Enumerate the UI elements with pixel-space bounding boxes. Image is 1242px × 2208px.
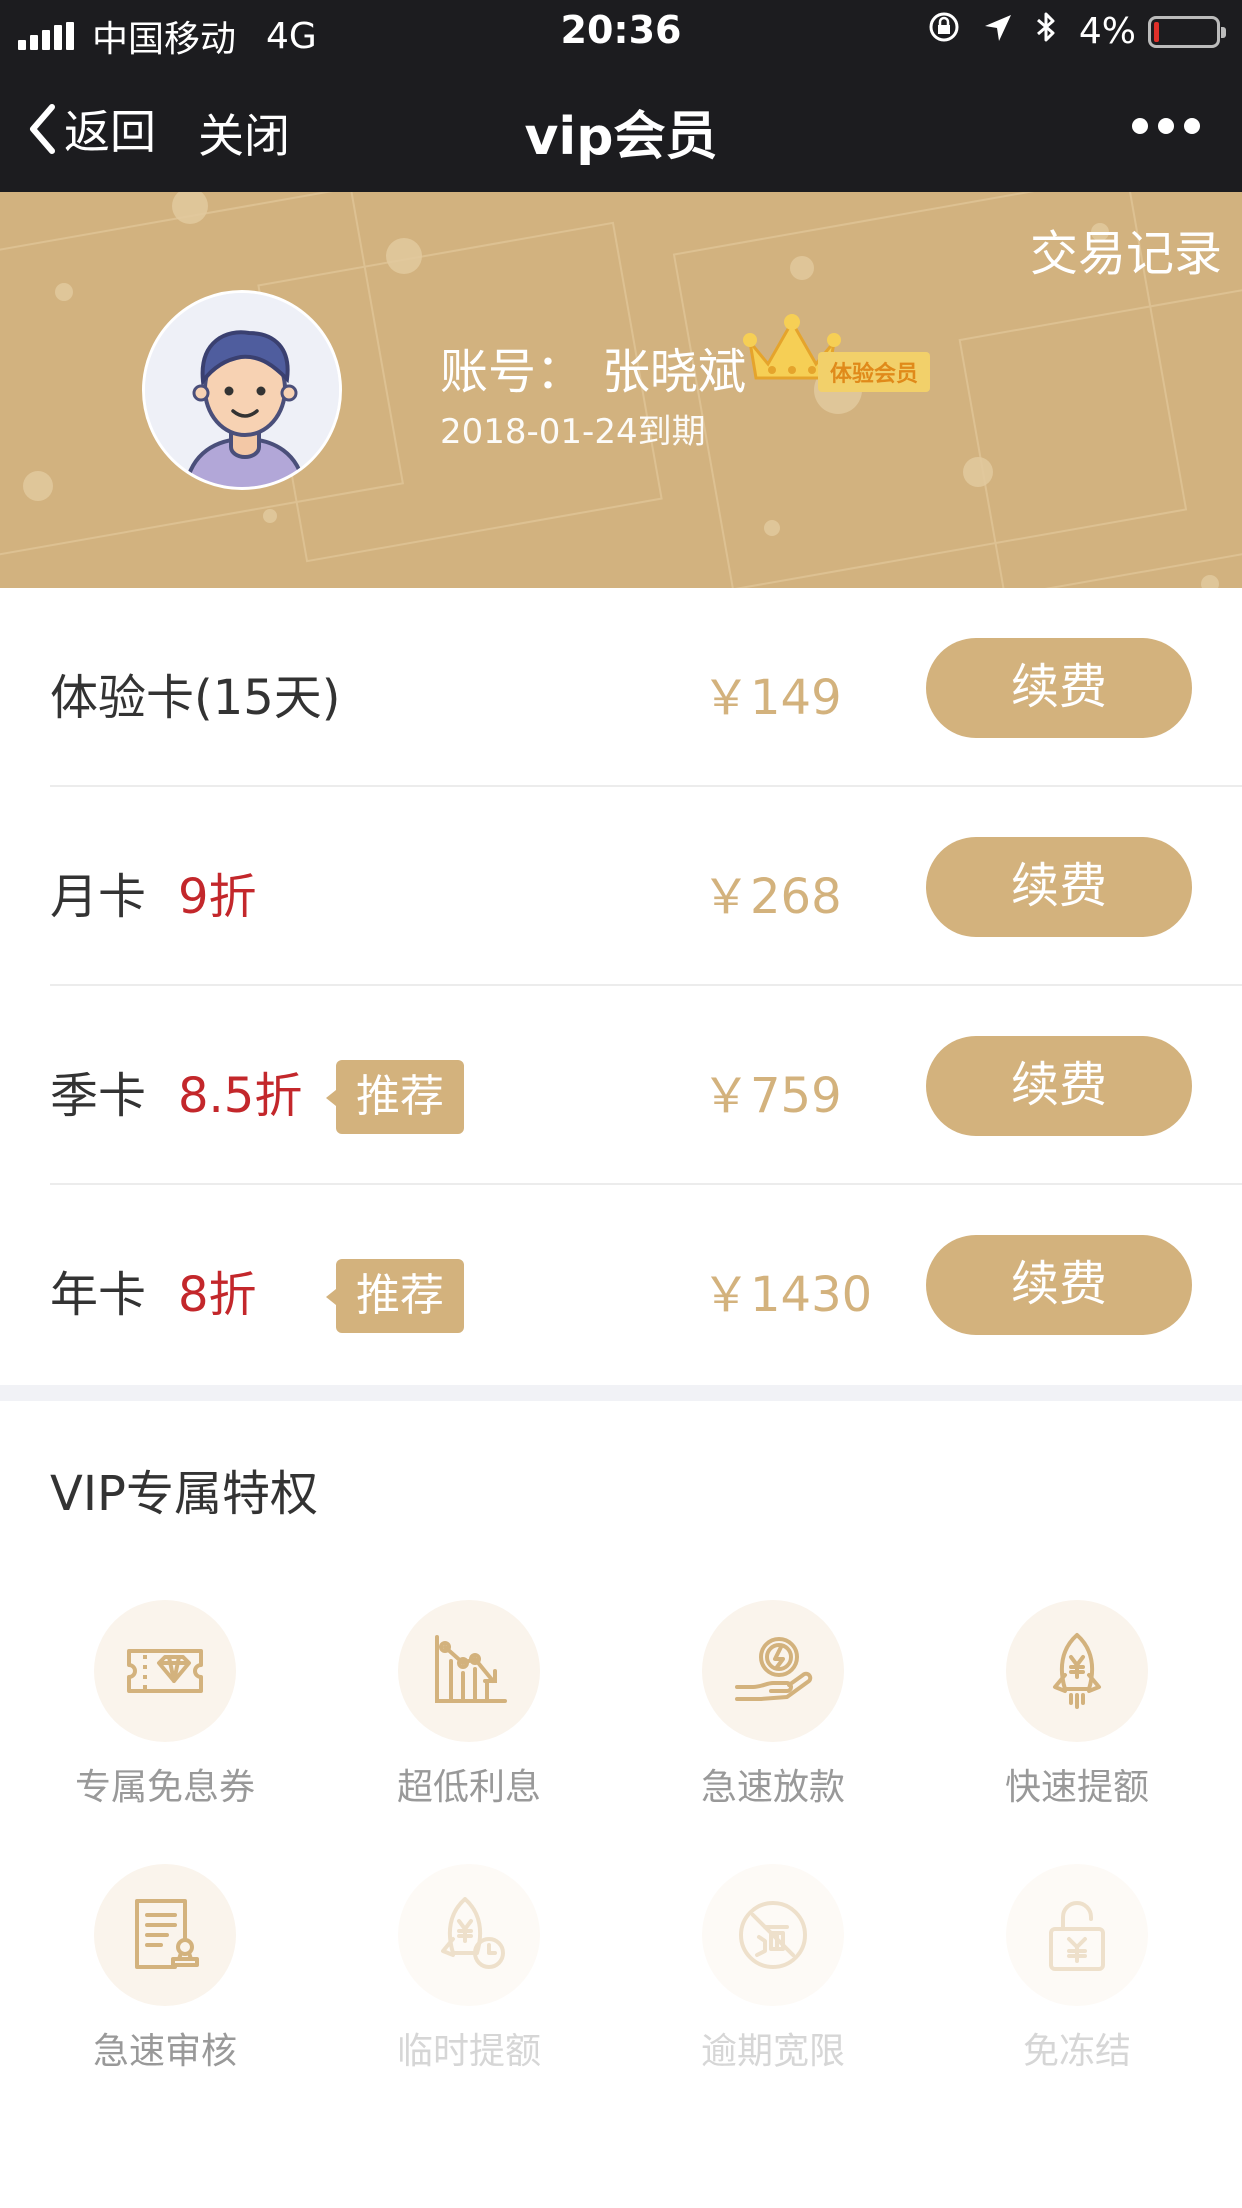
privilege-label: 逾期宽限	[700, 2031, 845, 2072]
rocket-clock-icon	[441, 1897, 505, 1969]
privilege-label: 免冻结	[1022, 2031, 1131, 2072]
rocket-yuan-icon	[1053, 1633, 1101, 1709]
privileges-title: VIP专属特权	[50, 1466, 318, 1522]
plan-row-trial: 体验卡(15天) ￥149 续费	[0, 588, 1242, 787]
plan-discount: 8.5折	[178, 1068, 303, 1124]
rotation-lock-icon	[927, 10, 961, 53]
membership-header: 交易记录 账号： 张晓斌 体验会员 2018-01-24到期	[0, 192, 1242, 588]
section-gap	[0, 1385, 1242, 1401]
user-avatar-icon	[145, 293, 339, 487]
location-arrow-icon	[983, 11, 1013, 52]
privilege-label: 超低利息	[396, 1767, 541, 1808]
avatar[interactable]	[142, 290, 342, 490]
plan-price: ￥149	[702, 670, 842, 726]
hand-coin-icon	[735, 1637, 813, 1701]
plan-row-quarterly: 季卡 8.5折 推荐 ￥759 续费	[0, 986, 1242, 1185]
recommend-tag: 推荐	[326, 1259, 464, 1333]
battery-icon	[1148, 15, 1226, 48]
privilege-label: 急速审核	[92, 2031, 237, 2072]
unlock-yuan-icon	[1049, 1901, 1105, 1971]
plan-discount: 8折	[178, 1267, 257, 1323]
privilege-fast-review[interactable]: 急速审核	[10, 1864, 320, 2074]
privilege-overdue-grace[interactable]: 逾期宽限	[618, 1864, 928, 2074]
plan-name: 季卡	[50, 1068, 147, 1124]
renew-button[interactable]: 续费	[926, 638, 1192, 738]
privilege-quick-limit-raise[interactable]: 快速提额	[922, 1600, 1232, 1810]
plan-discount: 9折	[178, 869, 257, 925]
document-stamp-icon	[135, 1899, 199, 1969]
transaction-records-link[interactable]: 交易记录	[1030, 214, 1222, 284]
membership-plan-list: 体验卡(15天) ￥149 续费 月卡 9折 ￥268 续费 季卡 8.5折 推…	[0, 588, 1242, 1384]
account-label: 账号：	[440, 344, 585, 400]
privilege-fast-loan[interactable]: 急速放款	[618, 1600, 928, 1810]
more-dot-icon	[1184, 118, 1200, 134]
plan-name: 年卡	[50, 1267, 147, 1323]
account-info: 账号： 张晓斌	[440, 332, 746, 402]
plan-row-monthly: 月卡 9折 ￥268 续费	[0, 787, 1242, 986]
privilege-temporary-limit[interactable]: 临时提额	[314, 1864, 624, 2074]
privilege-interest-free-coupon[interactable]: 专属免息券	[10, 1600, 320, 1810]
more-dot-icon	[1158, 118, 1174, 134]
plan-price: ￥1430	[702, 1267, 873, 1323]
plan-price: ￥759	[702, 1068, 842, 1124]
expiry-date: 2018-01-24到期	[440, 412, 706, 452]
recommend-tag: 推荐	[326, 1060, 464, 1134]
navigation-bar: 返回 关闭 vip会员	[0, 62, 1242, 192]
renew-button[interactable]: 续费	[926, 1235, 1192, 1335]
battery-percent: 4%	[1078, 11, 1136, 52]
plan-price: ￥268	[702, 869, 842, 925]
status-bar: 中国移动 4G 20:36 4%	[0, 0, 1242, 62]
bar-chart-decline-icon	[435, 1635, 507, 1703]
battery-level	[1154, 21, 1159, 42]
plan-name: 月卡	[50, 869, 147, 925]
more-dot-icon	[1132, 118, 1148, 134]
bluetooth-icon	[1035, 10, 1057, 53]
privilege-low-interest[interactable]: 超低利息	[314, 1600, 624, 1810]
more-menu-button[interactable]	[1122, 118, 1200, 134]
page-title: vip会员	[524, 107, 718, 167]
renew-button[interactable]: 续费	[926, 1036, 1192, 1136]
privilege-label: 专属免息券	[74, 1767, 255, 1808]
account-name: 张晓斌	[602, 344, 747, 400]
plan-row-annual: 年卡 8折 推荐 ￥1430 续费	[0, 1185, 1242, 1384]
overdue-stamp-icon	[739, 1901, 807, 1969]
privilege-label: 快速提额	[1004, 1767, 1149, 1808]
coupon-diamond-icon	[127, 1649, 203, 1693]
privilege-label: 急速放款	[700, 1767, 845, 1808]
renew-button[interactable]: 续费	[926, 837, 1192, 937]
privilege-label: 临时提额	[396, 2031, 541, 2072]
privilege-no-freeze[interactable]: 免冻结	[922, 1864, 1232, 2074]
plan-name: 体验卡(15天)	[50, 670, 341, 726]
member-level-badge: 体验会员	[818, 352, 931, 392]
